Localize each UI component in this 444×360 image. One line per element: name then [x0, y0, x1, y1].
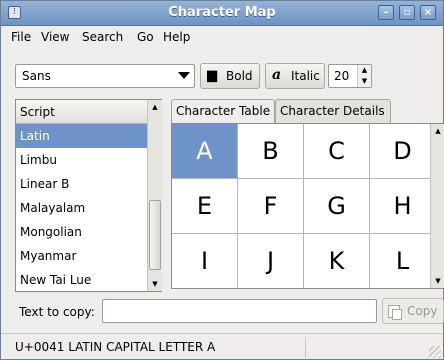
- script-column-label: Script: [20, 105, 55, 119]
- script-item[interactable]: New Tai Lue: [16, 268, 147, 292]
- maximize-button[interactable]: ▫: [399, 5, 415, 20]
- copy-icon: [388, 305, 402, 320]
- menu-bar: File View Search Go Help: [1, 26, 443, 48]
- character-cell[interactable]: G: [304, 179, 370, 234]
- menu-view[interactable]: View: [41, 30, 69, 44]
- character-cell[interactable]: L: [370, 234, 436, 288]
- menu-search[interactable]: Search: [82, 30, 123, 44]
- italic-toggle-button[interactable]: a Italic: [265, 63, 325, 89]
- tab-character-table[interactable]: Character Table: [171, 99, 275, 124]
- font-size-spinner[interactable]: 20 ▲ ▼: [328, 64, 372, 88]
- script-list-scrollbar[interactable]: ▲ ▼: [147, 100, 162, 291]
- scroll-up-icon[interactable]: ▲: [431, 124, 444, 138]
- font-family-value: Sans: [22, 69, 51, 83]
- tab-character-details-label: Character Details: [280, 104, 385, 118]
- resize-grip-icon[interactable]: [429, 346, 441, 358]
- spin-arrows-icon[interactable]: ▲ ▼: [357, 65, 371, 87]
- status-separator: [305, 337, 306, 358]
- character-cell[interactable]: K: [304, 234, 370, 288]
- window-title: Character Map: [168, 5, 276, 20]
- character-cell[interactable]: B: [238, 124, 304, 179]
- character-cell[interactable]: A: [172, 124, 238, 179]
- bold-toggle-button[interactable]: ▆ Bold: [200, 63, 260, 89]
- status-text: U+0041 LATIN CAPITAL LETTER A: [15, 340, 216, 354]
- menu-file[interactable]: File: [11, 30, 31, 44]
- scroll-down-icon[interactable]: ▼: [148, 277, 162, 291]
- bold-label: Bold: [226, 69, 253, 83]
- copy-button-label: Copy: [407, 304, 438, 318]
- character-cell[interactable]: F: [238, 179, 304, 234]
- scroll-down-icon[interactable]: ▼: [431, 274, 444, 288]
- character-cell[interactable]: H: [370, 179, 436, 234]
- text-to-copy-label: Text to copy:: [19, 305, 95, 319]
- script-item[interactable]: Malayalam: [16, 196, 147, 220]
- character-table: A B C D E F G H I J K L ▲ ▼: [171, 123, 444, 289]
- character-cell[interactable]: D: [370, 124, 436, 179]
- menu-help[interactable]: Help: [163, 30, 190, 44]
- script-item[interactable]: Mongolian: [16, 220, 147, 244]
- scrollbar-thumb[interactable]: [149, 200, 161, 270]
- title-bar[interactable]: ⁝ Character Map – ▫ ×: [1, 1, 443, 26]
- tab-character-table-label: Character Table: [176, 104, 271, 118]
- status-bar: U+0041 LATIN CAPITAL LETTER A: [1, 333, 443, 360]
- script-item[interactable]: Myanmar: [16, 244, 147, 268]
- scroll-up-icon[interactable]: ▲: [148, 100, 162, 114]
- tab-character-details[interactable]: Character Details: [275, 99, 391, 123]
- script-rows: Latin Limbu Linear B Malayalam Mongolian…: [16, 124, 147, 292]
- font-size-value: 20: [334, 69, 350, 83]
- script-item[interactable]: Linear B: [16, 172, 147, 196]
- close-button[interactable]: ×: [420, 5, 436, 20]
- minimize-button[interactable]: –: [378, 5, 394, 20]
- bold-icon: ▆: [207, 68, 217, 83]
- character-map-window: ⁝ Character Map – ▫ × File View Search G…: [0, 0, 444, 360]
- character-table-scrollbar[interactable]: ▲ ▼: [430, 124, 444, 288]
- character-cell[interactable]: C: [304, 124, 370, 179]
- font-family-combo[interactable]: Sans: [15, 64, 195, 88]
- dropdown-arrow-icon: [178, 72, 190, 79]
- script-list: Script Latin Limbu Linear B Malayalam Mo…: [15, 99, 162, 292]
- character-cell[interactable]: E: [172, 179, 238, 234]
- character-cell[interactable]: J: [238, 234, 304, 288]
- italic-label: Italic: [291, 69, 320, 83]
- menu-go[interactable]: Go: [137, 30, 154, 44]
- copy-button[interactable]: Copy: [382, 298, 444, 324]
- italic-icon: a: [272, 67, 282, 83]
- script-item[interactable]: Limbu: [16, 148, 147, 172]
- text-to-copy-input[interactable]: [102, 299, 377, 323]
- script-column-header[interactable]: Script: [16, 100, 147, 124]
- character-cell[interactable]: I: [172, 234, 238, 288]
- notebook-tabs: Character Table Character Details: [171, 99, 444, 124]
- script-item[interactable]: Latin: [16, 124, 147, 148]
